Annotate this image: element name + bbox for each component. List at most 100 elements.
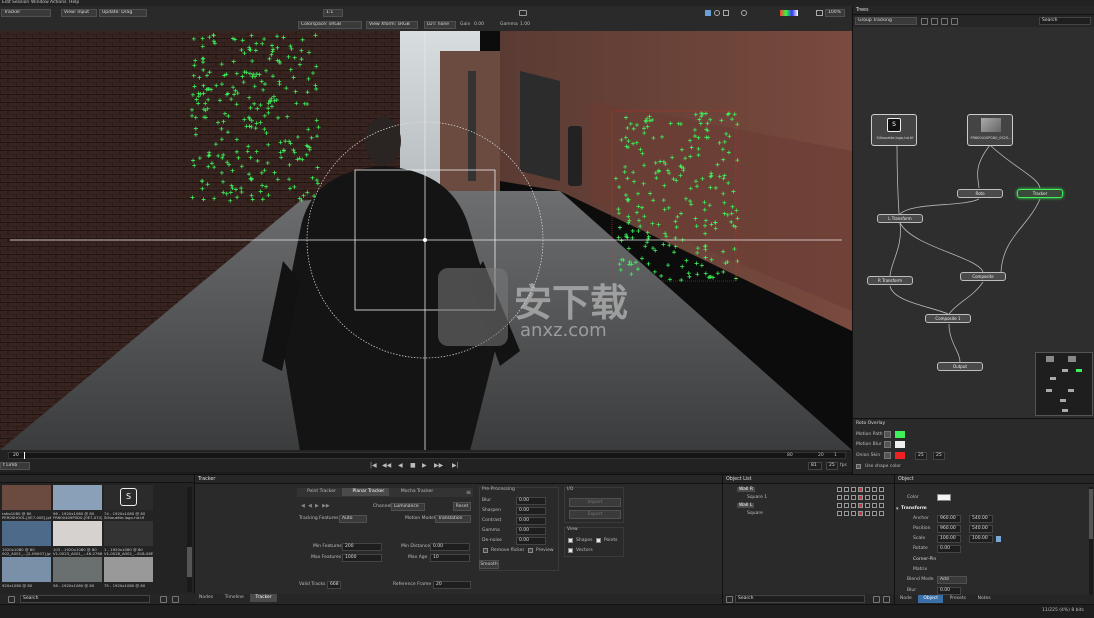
object-settings-icon[interactable] — [873, 596, 880, 603]
media-thumbnail[interactable] — [104, 557, 153, 582]
node-tracker[interactable]: Tracker — [1017, 189, 1063, 198]
object-visibility-icon[interactable] — [879, 495, 884, 500]
scale-lock-icon[interactable] — [996, 536, 1001, 542]
node-composite[interactable]: Composite — [960, 272, 1006, 281]
onion-skin-toggle[interactable] — [884, 452, 891, 459]
folder-icon[interactable] — [951, 18, 958, 25]
object-visibility-icon[interactable] — [837, 487, 842, 492]
media-thumbnail[interactable] — [53, 485, 102, 510]
motion-path-color[interactable] — [895, 431, 905, 438]
tab-notes[interactable]: Notes — [973, 595, 996, 603]
object-visibility-icon[interactable] — [837, 511, 842, 516]
menu-edit[interactable]: Edit — [2, 0, 11, 5]
menu-window[interactable]: Window — [31, 0, 49, 5]
shapes-checkbox[interactable] — [568, 538, 573, 543]
media-grid-view-icon[interactable] — [172, 596, 179, 603]
onion-skin-color[interactable] — [895, 452, 905, 459]
go-start-icon[interactable]: |◀ — [370, 462, 377, 469]
smooth-button[interactable]: Smooth — [479, 560, 499, 569]
timeline-right-a[interactable]: 81 — [808, 462, 822, 470]
colorspace-dropdown[interactable]: Colorspace: sRGB — [298, 21, 362, 29]
fit-icon[interactable] — [816, 10, 823, 16]
lut-dropdown[interactable]: LUT: none — [424, 21, 456, 29]
go-end-icon[interactable]: ▶| — [452, 462, 459, 469]
blur-input[interactable]: 0.00 — [937, 587, 961, 595]
object-visibility-icon[interactable] — [872, 503, 877, 508]
remove-flicker-checkbox[interactable] — [483, 548, 488, 553]
media-list-view-icon[interactable] — [160, 596, 167, 603]
timeline-right-b[interactable]: 25 — [826, 462, 838, 470]
transform-expand-icon[interactable]: ▾ — [896, 506, 899, 512]
node-roto[interactable]: Roto — [957, 189, 1003, 198]
object-visibility-icon[interactable] — [851, 495, 856, 500]
object-visibility-icon[interactable] — [879, 503, 884, 508]
track-back-icon[interactable]: ◀ ◀ ▶ ▶▶ — [301, 503, 330, 509]
object-list-item[interactable]: Square 1 — [725, 494, 893, 502]
media-thumbnail[interactable] — [53, 521, 102, 546]
corner-pin-header[interactable]: Corner-Pin — [913, 557, 936, 562]
object-visibility-icon[interactable] — [858, 487, 863, 492]
duplicate-icon[interactable] — [931, 18, 938, 25]
object-visibility-icon[interactable] — [872, 511, 877, 516]
node-r-transform[interactable]: R Transform — [867, 276, 913, 285]
menu-actions[interactable]: Actions — [50, 0, 66, 5]
motion-blur-color[interactable] — [895, 441, 905, 448]
object-list-item[interactable]: Wall R — [725, 486, 893, 494]
add-object-icon[interactable] — [726, 596, 733, 603]
import-button[interactable]: Import — [569, 498, 621, 507]
object-visibility-icon[interactable] — [851, 511, 856, 516]
tab-point-tracker[interactable]: Point Tracker — [297, 488, 341, 496]
tab-tracker-bottom[interactable]: Tracker — [250, 594, 277, 602]
max-features-input[interactable]: 1000 — [342, 554, 382, 562]
object-color-swatch[interactable] — [937, 494, 951, 501]
object-scrollbar[interactable] — [1089, 487, 1093, 595]
media-thumbnail[interactable] — [2, 485, 51, 510]
object-search-input[interactable]: Search — [735, 595, 865, 603]
zoom-percent-dropdown[interactable]: 100% — [825, 9, 845, 17]
gamma-value[interactable]: 1.00 — [520, 22, 530, 27]
media-scrollbar[interactable] — [187, 487, 192, 592]
zoom-icon[interactable] — [714, 10, 720, 16]
camera-icon[interactable] — [519, 10, 527, 16]
viewer-canvas[interactable]: 安下载 anxz.com — [0, 31, 852, 450]
object-visibility-icon[interactable] — [879, 511, 884, 516]
timeline-ruler[interactable] — [8, 452, 846, 459]
position-x-input[interactable]: 960.00 — [937, 525, 961, 533]
object-visibility-icon[interactable] — [851, 487, 856, 492]
reset-button[interactable]: Reset — [453, 502, 471, 511]
object-visibility-icon[interactable] — [844, 511, 849, 516]
transform-header[interactable]: Transform — [901, 506, 927, 511]
preview-checkbox[interactable] — [528, 548, 533, 553]
film-strip-icon[interactable] — [705, 10, 711, 16]
node-l-transform[interactable]: L Transform — [877, 214, 923, 223]
object-visibility-icon[interactable] — [865, 511, 870, 516]
media-folder-icon[interactable] — [8, 596, 15, 603]
gain-value[interactable]: 0.00 — [474, 22, 484, 27]
play-reverse-icon[interactable]: ◀ — [398, 462, 403, 469]
node-navigator[interactable] — [1035, 352, 1093, 416]
grid-icon[interactable] — [723, 10, 729, 16]
preprocessing-row-input[interactable]: 0.00 — [516, 537, 546, 545]
mode-dropdown[interactable]: Tracker — [1, 9, 51, 17]
preprocessing-row-input[interactable]: 0.00 — [516, 507, 546, 515]
new-tree-icon[interactable] — [921, 18, 928, 25]
group-dropdown[interactable]: Group Tracking — [855, 17, 917, 25]
node-silhouette-logo[interactable]: S Silhouette-logo-hd.tif — [871, 114, 917, 146]
object-visibility-icon[interactable] — [872, 487, 877, 492]
update-dropdown[interactable]: Update: Drag — [99, 9, 147, 17]
step-forward-icon[interactable]: ▶▶ — [434, 462, 443, 469]
object-visibility-icon[interactable] — [858, 511, 863, 516]
preprocessing-row-input[interactable]: 0.00 — [516, 497, 546, 505]
object-visibility-icon[interactable] — [879, 487, 884, 492]
motion-model-dropdown[interactable]: Translation — [435, 515, 471, 523]
view-limb-dropdown[interactable]: t Limb — [0, 462, 30, 470]
max-age-input[interactable]: 10 — [430, 554, 470, 562]
media-thumbnail[interactable] — [104, 521, 153, 546]
tab-planar-tracker[interactable]: Planar Tracker — [342, 488, 390, 496]
min-distance-input[interactable]: 0.00 — [430, 543, 470, 551]
tab-mocha-tracker[interactable]: Mocha Tracker — [391, 488, 438, 496]
position-y-input[interactable]: 540.00 — [969, 525, 993, 533]
matrix-header[interactable]: Matrix — [913, 567, 927, 572]
object-visibility-icon[interactable] — [858, 495, 863, 500]
menu-session[interactable]: Session — [12, 0, 29, 5]
